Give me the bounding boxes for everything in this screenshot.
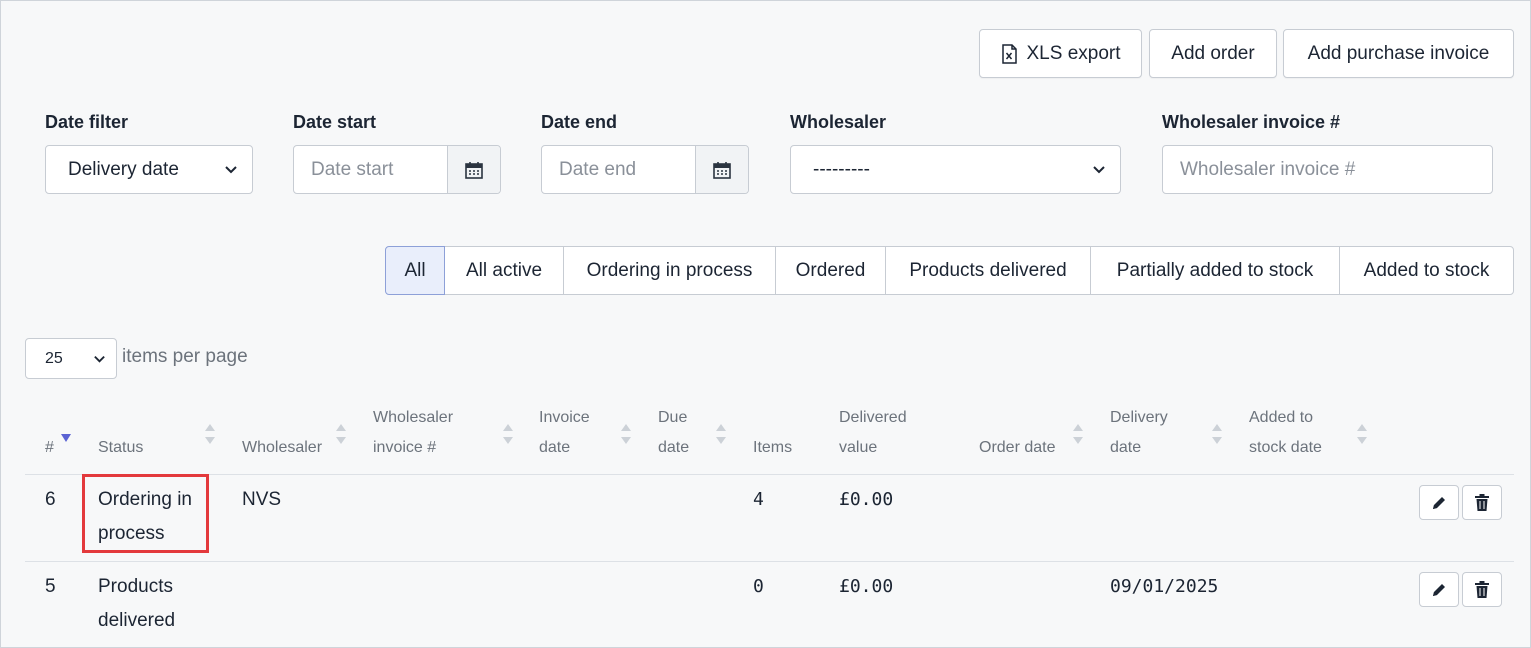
cell-num: 5 <box>45 576 56 597</box>
sort-icon[interactable] <box>503 424 513 444</box>
highlight-box <box>82 474 209 553</box>
date-start-label: Date start <box>293 112 377 132</box>
col-header-delivery-date-line1[interactable]: Delivery <box>1110 403 1168 433</box>
wholesaler-invoice-label: Wholesaler invoice # <box>1162 112 1341 132</box>
chevron-down-icon <box>225 166 237 174</box>
wholesaler-label: Wholesaler <box>790 112 887 132</box>
add-purchase-invoice-label: Add purchase invoice <box>1307 42 1490 64</box>
col-header-wholesaler-invoice-line2[interactable]: invoice # <box>373 433 436 463</box>
cell-delivered-value: £0.00 <box>839 489 894 510</box>
xls-export-button[interactable]: XLS export <box>979 29 1142 78</box>
pencil-icon <box>1433 583 1445 596</box>
col-header-invoice-date-line2[interactable]: date <box>539 433 570 463</box>
edit-button[interactable] <box>1419 572 1459 607</box>
col-header-status[interactable]: Status <box>98 433 143 463</box>
col-header-num[interactable]: # <box>45 433 54 463</box>
cell-wholesaler: NVS <box>242 489 282 510</box>
tab-ordered[interactable]: Ordered <box>775 246 886 295</box>
col-header-delivery-date-line2[interactable]: date <box>1110 433 1141 463</box>
col-header-delivered-value-line1: Delivered <box>839 409 907 426</box>
calendar-icon <box>713 161 731 179</box>
col-header-wholesaler-invoice-line1[interactable]: Wholesaler <box>373 403 453 433</box>
chevron-down-icon <box>1093 166 1105 174</box>
sort-icon[interactable] <box>205 424 215 444</box>
tab-partially-added-to-stock[interactable]: Partially added to stock <box>1090 246 1340 295</box>
col-header-added-to-stock-line1[interactable]: Added to <box>1249 403 1313 433</box>
cell-status-line2: delivered <box>98 610 176 631</box>
col-header-delivered-value-line2: value <box>839 439 878 456</box>
items-per-page-label: items per page <box>122 346 248 367</box>
cell-delivery-date: 09/01/2025 <box>1110 576 1219 597</box>
header-divider <box>25 474 1514 475</box>
orders-panel: XLS export Add order Add purchase invoic… <box>0 0 1531 648</box>
cell-num: 6 <box>45 489 56 510</box>
date-start-placeholder: Date start <box>311 158 394 180</box>
cell-items: 4 <box>753 489 764 510</box>
cell-delivered-value: £0.00 <box>839 576 894 597</box>
sort-icon[interactable] <box>621 424 631 444</box>
edit-button[interactable] <box>1419 485 1459 520</box>
date-filter-label: Date filter <box>45 112 129 132</box>
sort-icon[interactable] <box>1073 424 1083 444</box>
tab-products-delivered[interactable]: Products delivered <box>885 246 1091 295</box>
sort-icon[interactable] <box>336 424 346 444</box>
cell-items: 0 <box>753 576 764 597</box>
wholesaler-invoice-placeholder: Wholesaler invoice # <box>1180 158 1356 180</box>
date-filter-select[interactable]: Delivery date <box>45 145 253 194</box>
tab-all[interactable]: All <box>385 246 445 295</box>
wholesaler-value: --------- <box>813 158 870 180</box>
sort-icon[interactable] <box>716 424 726 444</box>
cell-status-line1: Products <box>98 576 173 597</box>
add-order-button[interactable]: Add order <box>1149 29 1277 78</box>
wholesaler-invoice-input[interactable]: Wholesaler invoice # <box>1162 145 1493 194</box>
date-end-input[interactable]: Date end <box>541 145 749 194</box>
trash-icon <box>1475 581 1489 598</box>
excel-file-icon <box>1001 43 1017 64</box>
add-order-label: Add order <box>1171 42 1255 64</box>
status-tabs: All All active Ordering in process Order… <box>385 246 1514 295</box>
col-header-due-date-line1[interactable]: Due <box>658 403 687 433</box>
sort-icon[interactable] <box>1357 424 1367 444</box>
date-end-label: Date end <box>541 112 618 132</box>
row-divider <box>25 561 1514 562</box>
calendar-icon <box>465 161 483 179</box>
date-start-input[interactable]: Date start <box>293 145 501 194</box>
add-purchase-invoice-button[interactable]: Add purchase invoice <box>1283 29 1514 78</box>
date-start-calendar-button[interactable] <box>447 146 500 193</box>
items-per-page-select[interactable]: 25 <box>25 338 117 379</box>
tab-ordering-in-process[interactable]: Ordering in process <box>563 246 776 295</box>
wholesaler-select[interactable]: --------- <box>790 145 1121 194</box>
col-header-invoice-date-line1[interactable]: Invoice <box>539 403 590 433</box>
trash-icon <box>1475 494 1489 511</box>
sort-desc-icon[interactable] <box>61 434 71 443</box>
sort-icon[interactable] <box>1212 424 1222 444</box>
date-end-calendar-button[interactable] <box>695 146 748 193</box>
col-header-due-date-line2[interactable]: date <box>658 433 689 463</box>
tab-all-active[interactable]: All active <box>444 246 564 295</box>
col-header-wholesaler[interactable]: Wholesaler <box>242 433 322 463</box>
delete-button[interactable] <box>1462 485 1502 520</box>
pencil-icon <box>1433 496 1445 509</box>
col-header-added-to-stock-line2[interactable]: stock date <box>1249 433 1322 463</box>
tab-added-to-stock[interactable]: Added to stock <box>1339 246 1514 295</box>
date-filter-value: Delivery date <box>68 158 179 180</box>
delete-button[interactable] <box>1462 572 1502 607</box>
date-end-placeholder: Date end <box>559 158 637 180</box>
xls-export-label: XLS export <box>1026 42 1121 64</box>
items-per-page-value: 25 <box>45 349 63 367</box>
col-header-items: Items <box>753 439 793 456</box>
col-header-order-date[interactable]: Order date <box>979 433 1055 463</box>
chevron-down-icon <box>94 355 105 363</box>
